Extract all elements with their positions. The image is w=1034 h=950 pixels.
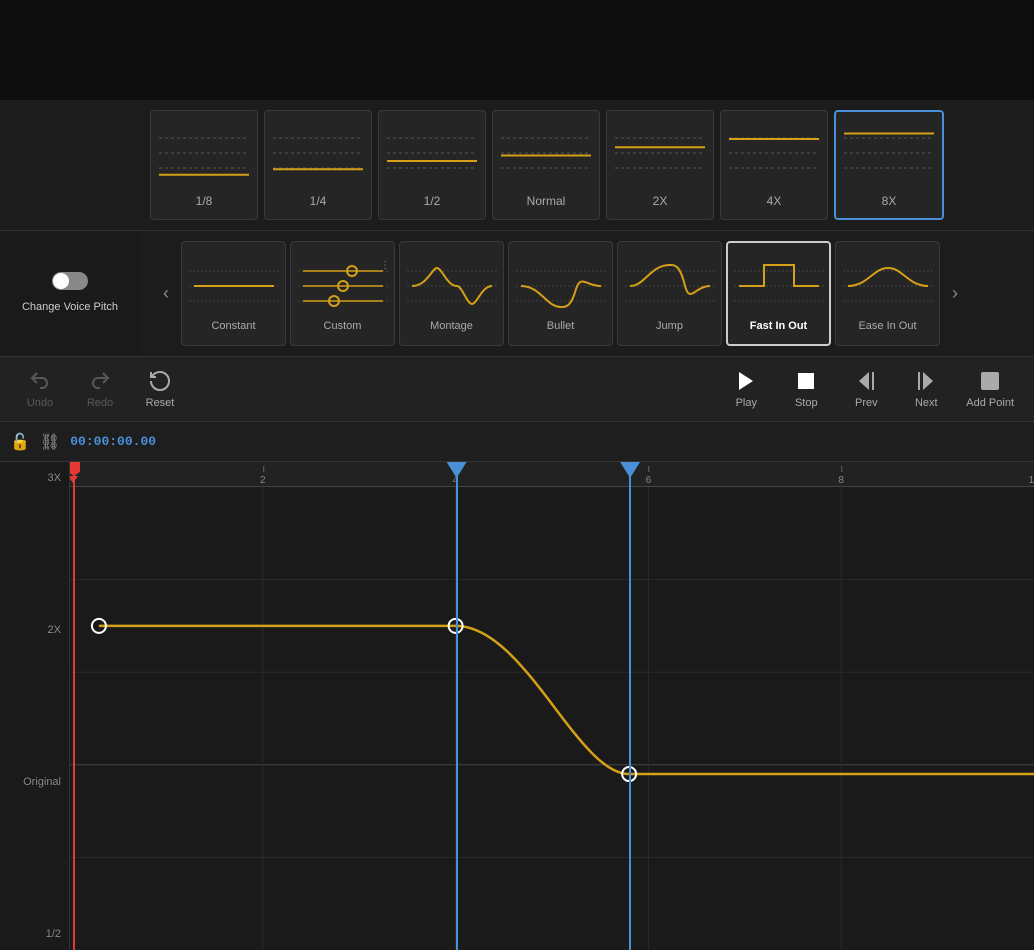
label-2x: 2X	[8, 624, 61, 636]
easing-card-montage[interactable]: Montage	[399, 241, 504, 346]
blue-marker-2[interactable]	[629, 462, 631, 950]
easing-next-arrow[interactable]: ›	[944, 279, 966, 308]
easing-card-custom[interactable]: ⋮⋮Custom	[290, 241, 395, 346]
ruler-marks: 246810	[70, 462, 1034, 486]
ruler-mark-2: 2	[260, 475, 266, 486]
easing-prev-arrow[interactable]: ‹	[155, 279, 177, 308]
toolbar: Undo Redo Reset Play	[0, 357, 1034, 422]
speed-card-2x[interactable]: 2X	[606, 110, 714, 220]
redo-button[interactable]: Redo	[80, 369, 120, 409]
sidebar-left: Change Voice Pitch	[0, 231, 140, 356]
timeline-ruler: 246810	[70, 462, 1034, 487]
undo-button[interactable]: Undo	[20, 369, 60, 409]
toggle-container	[52, 272, 88, 290]
control-point-1[interactable]	[92, 619, 106, 633]
chain-icon[interactable]: ⛓	[40, 432, 60, 452]
svg-text:⋮⋮: ⋮⋮	[380, 260, 388, 271]
playhead-arrow	[70, 476, 78, 483]
easing-card-easeinout[interactable]: Ease In Out	[835, 241, 940, 346]
timecode: 00:00:00.00	[70, 434, 156, 449]
lock-icon[interactable]: 🔓	[10, 432, 30, 452]
speed-card-14[interactable]: 1/4	[264, 110, 372, 220]
add-point-button[interactable]: Add Point	[966, 369, 1014, 409]
speed-card-18[interactable]: 1/8	[150, 110, 258, 220]
ruler-mark-6: 6	[646, 475, 652, 486]
timeline-labels: 3X 2X Original 1/2	[0, 462, 70, 950]
easing-card-bullet[interactable]: Bullet	[508, 241, 613, 346]
change-voice-label: Change Voice Pitch	[22, 300, 118, 314]
blue-marker-1[interactable]	[456, 462, 458, 950]
playhead	[73, 462, 75, 950]
timeline-header: 🔓 ⛓ 00:00:00.00	[0, 422, 1034, 462]
stop-button[interactable]: Stop	[786, 369, 826, 409]
top-black-area	[0, 0, 1034, 100]
timeline-canvas-container: 246810	[70, 462, 1034, 950]
speed-section: 1/81/41/2Normal2X4X8X	[0, 100, 1034, 231]
speed-card-12[interactable]: 1/2	[378, 110, 486, 220]
ruler-mark-8: 8	[838, 475, 844, 486]
toggle-knob	[53, 273, 69, 289]
easing-card-fastinout[interactable]: Fast In Out	[726, 241, 831, 346]
prev-button[interactable]: Prev	[846, 369, 886, 409]
play-button[interactable]: Play	[726, 369, 766, 409]
easing-section: Change Voice Pitch ‹ Constant⋮⋮CustomMon…	[0, 231, 1034, 357]
label-original: Original	[8, 776, 61, 788]
timeline-area: 3X 2X Original 1/2 246810	[0, 462, 1034, 950]
easing-card-jump[interactable]: Jump	[617, 241, 722, 346]
next-button[interactable]: Next	[906, 369, 946, 409]
curve-svg	[70, 487, 1034, 950]
voice-pitch-toggle[interactable]	[52, 272, 88, 290]
label-half: 1/2	[8, 928, 61, 940]
easing-card-constant[interactable]: Constant	[181, 241, 286, 346]
label-3x: 3X	[8, 472, 61, 484]
ruler-mark-10: 10	[1028, 475, 1034, 486]
speed-card-4x[interactable]: 4X	[720, 110, 828, 220]
speed-card-normal[interactable]: Normal	[492, 110, 600, 220]
speed-card-8x[interactable]: 8X	[834, 110, 944, 220]
reset-button[interactable]: Reset	[140, 369, 180, 409]
main-container: 1/81/41/2Normal2X4X8X Change Voice Pitch…	[0, 0, 1034, 928]
